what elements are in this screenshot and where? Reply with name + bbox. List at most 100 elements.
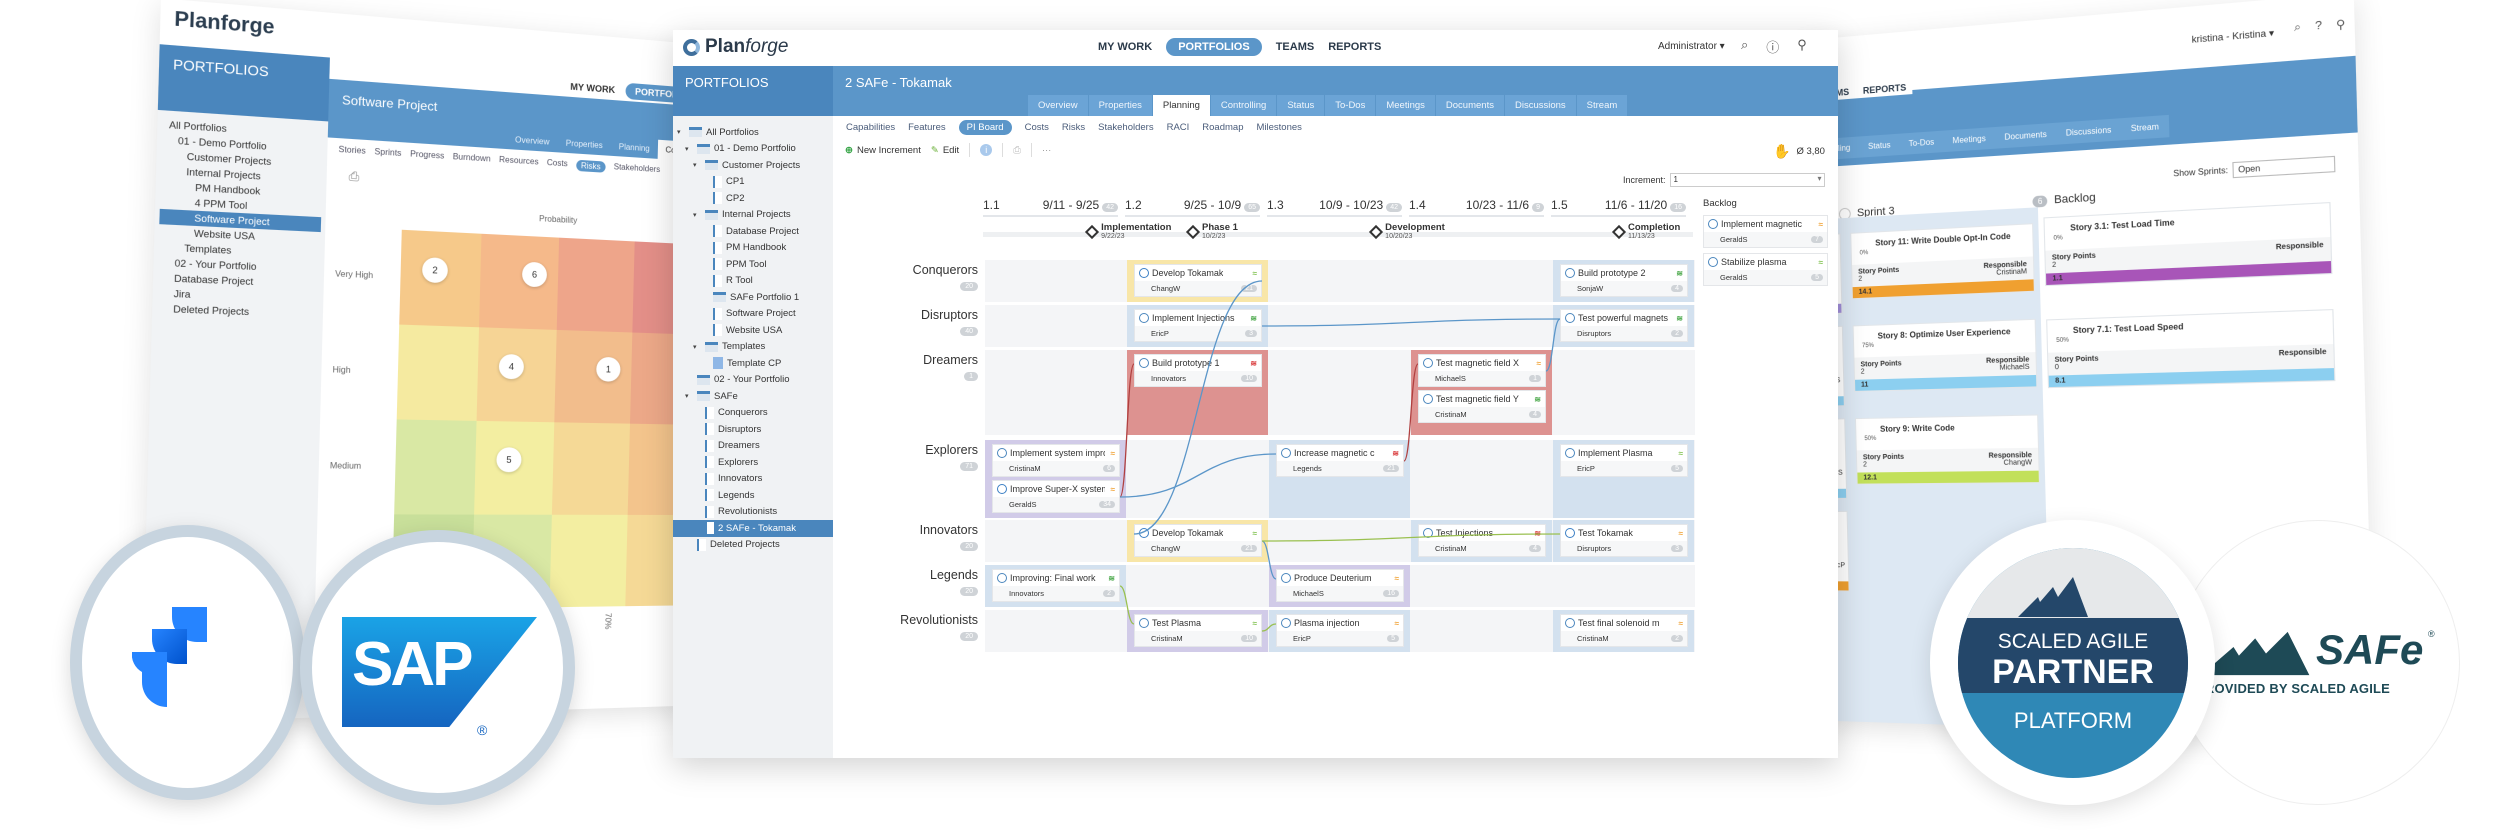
new-increment-button[interactable]: ⊕ New Increment	[845, 145, 921, 156]
subtab-resources[interactable]: Resources	[499, 155, 539, 169]
feature-card[interactable]: Improve Super-X system ≈ GeraldS 34	[992, 480, 1120, 513]
subtab-stories[interactable]: Stories	[338, 145, 366, 158]
nav-reports[interactable]: REPORTS	[1863, 82, 1907, 95]
print-icon[interactable]: ⎙	[349, 169, 360, 186]
show-sprints-select[interactable]: Open	[2232, 155, 2336, 179]
tree-item[interactable]: Database Project	[673, 223, 833, 240]
tools-icon[interactable]: ⚲	[1797, 37, 1807, 56]
iteration-header[interactable]: 1.5 11/6 - 11/20 16	[1551, 198, 1686, 217]
tab-properties[interactable]: Properties	[1088, 95, 1152, 116]
iteration-header[interactable]: 1.1 9/11 - 9/25 42	[983, 198, 1118, 217]
story-card[interactable]: Story 9: Write Code 50% Story Points 2 Respo…	[1854, 414, 2040, 485]
milestone[interactable]: Implementation 9/22/23	[1085, 223, 1171, 240]
story-card[interactable]: Story 11: Write Double Opt-In Code 0% Stor…	[1850, 223, 2035, 300]
tree-item[interactable]: CP1	[673, 174, 833, 191]
feature-card[interactable]: Stabilize plasma ≈ GeraldS 5	[1703, 253, 1828, 286]
expand-arrow-icon[interactable]: ▾	[685, 392, 693, 400]
tree-item[interactable]: Template CP	[673, 355, 833, 372]
tab-documents[interactable]: Documents	[1435, 95, 1504, 116]
subtab-costs[interactable]: Costs	[547, 158, 568, 171]
subtab-risks[interactable]: Risks	[1062, 122, 1085, 133]
subtab-milestones[interactable]: Milestones	[1256, 122, 1301, 133]
iteration-header[interactable]: 1.2 9/25 - 10/9 65	[1125, 198, 1260, 217]
story-card[interactable]: Story 7.1: Test Load Speed 50% Story Point…	[2046, 309, 2336, 389]
feature-card[interactable]: Plasma injection ≈ EricP 5	[1276, 614, 1404, 647]
search-icon[interactable]: ⌕	[2294, 21, 2301, 36]
team-label[interactable]: Dreamers 1	[828, 353, 978, 381]
tree-item[interactable]: Disruptors	[673, 421, 833, 438]
tree-item[interactable]: ▾ 01 - Demo Portfolio	[673, 141, 833, 158]
feature-card[interactable]: Test magnetic field Y ≋ CristinaM 4	[1418, 390, 1546, 423]
iteration-header[interactable]: 1.3 10/9 - 10/23 42	[1267, 198, 1402, 217]
feature-card[interactable]: Implement system improvements ≈ CristinaM 6	[992, 444, 1120, 477]
feature-card[interactable]: Test magnetic field X ≈ MichaelS 1	[1418, 354, 1546, 387]
tree-item[interactable]: ▾ Templates	[673, 339, 833, 356]
tools-icon[interactable]: ⚲	[2336, 17, 2346, 32]
tree-item[interactable]: Website USA	[673, 322, 833, 339]
tree-item[interactable]: Software Project	[673, 306, 833, 323]
feature-card[interactable]: Develop Tokamak ≈ ChangW 21	[1134, 264, 1262, 297]
tree-item[interactable]: 2 SAFe - Tokamak	[673, 520, 833, 537]
tree-item[interactable]: PPM Tool	[673, 256, 833, 273]
expand-arrow-icon[interactable]: ▾	[693, 161, 701, 169]
tab-discussions[interactable]: Discussions	[2055, 118, 2122, 145]
expand-arrow-icon[interactable]: ▾	[693, 211, 701, 219]
nav-reports[interactable]: REPORTS	[1328, 41, 1381, 53]
tab-meetings[interactable]: Meetings	[1376, 95, 1435, 116]
nav-portfolios[interactable]: PORTFOLIOS	[1166, 38, 1262, 56]
story-card[interactable]: Story 8: Optimize User Experience 75% Stor…	[1852, 318, 2038, 392]
team-label[interactable]: Conquerors 20	[828, 263, 978, 291]
tree-item[interactable]: ▾ Customer Projects	[673, 157, 833, 174]
subtab-burndown[interactable]: Burndown	[453, 152, 491, 166]
tab-to-dos[interactable]: To-Dos	[1899, 130, 1944, 155]
subtab-pi-board[interactable]: PI Board	[958, 120, 1012, 135]
tree-item[interactable]: Dreamers	[673, 438, 833, 455]
story-card[interactable]: Story 3.1: Test Load Time 0% Story Points 2…	[2043, 201, 2333, 287]
feature-card[interactable]: Build prototype 2 ≋ SonjaW 4	[1560, 264, 1688, 297]
team-label[interactable]: Disruptors 40	[828, 308, 978, 336]
feature-card[interactable]: Produce Deuterium ≈ MichaelS 16	[1276, 569, 1404, 602]
info-icon[interactable]: i	[980, 144, 993, 156]
feature-card[interactable]: Implement Plasma ≈ EricP 5	[1560, 444, 1688, 477]
milestone[interactable]: Phase 1 10/2/23	[1185, 223, 1238, 240]
tree-item[interactable]: CP2	[673, 190, 833, 207]
team-label[interactable]: Innovators 20	[828, 523, 978, 551]
tree-item[interactable]: Legends	[673, 487, 833, 504]
tree-item[interactable]: PM Handbook	[673, 240, 833, 257]
subtab-costs[interactable]: Costs	[1025, 122, 1049, 133]
team-label[interactable]: Legends 20	[828, 568, 978, 596]
user-menu[interactable]: Administrator ▾	[1658, 41, 1725, 52]
nav-my-work[interactable]: MY WORK	[1098, 41, 1152, 53]
tree-item[interactable]: Revolutionists	[673, 504, 833, 521]
feature-card[interactable]: Implement Injections ≋ EricP 3	[1134, 309, 1262, 342]
more-button[interactable]: ···	[1042, 145, 1052, 156]
nav-teams[interactable]: TEAMS	[1276, 41, 1315, 53]
subtab-raci[interactable]: RACI	[1167, 122, 1190, 133]
tab-controlling[interactable]: Controlling	[1210, 95, 1277, 116]
tab-stream[interactable]: Stream	[2120, 114, 2170, 141]
increment-select[interactable]: 1	[1669, 173, 1825, 187]
subtab-capabilities[interactable]: Capabilities	[846, 122, 895, 133]
subtab-progress[interactable]: Progress	[410, 149, 444, 163]
tab-status[interactable]: Status	[1277, 95, 1325, 116]
expand-arrow-icon[interactable]: ▾	[693, 343, 701, 351]
tab-status[interactable]: Status	[1858, 133, 1900, 158]
tab-to-dos[interactable]: To-Dos	[1325, 95, 1376, 116]
edit-button[interactable]: ✎ Edit	[931, 145, 959, 156]
feature-card[interactable]: Increase magnetic c ≋ Legends 21	[1276, 444, 1404, 477]
help-icon[interactable]: ⓘ	[1766, 37, 1779, 56]
expand-arrow-icon[interactable]: ▾	[685, 145, 693, 153]
tab-planning[interactable]: Planning	[611, 136, 658, 158]
feature-card[interactable]: Improving: Final work ≋ Innovators 2	[992, 569, 1120, 602]
feature-card[interactable]: Test final solenoid m ≈ CristinaM 2	[1560, 614, 1688, 647]
team-label[interactable]: Revolutionists 20	[828, 613, 978, 641]
feature-card[interactable]: Develop Tokamak ≈ ChangW 21	[1134, 524, 1262, 557]
feature-card[interactable]: Build prototype 1 ≋ Innovators 10	[1134, 354, 1262, 387]
tab-discussions[interactable]: Discussions	[1504, 95, 1576, 116]
feature-card[interactable]: Test Injections ≋ CristinaM 4	[1418, 524, 1546, 557]
tree-item[interactable]: ▾ SAFe	[673, 388, 833, 405]
tree-item[interactable]: ▾ Internal Projects	[673, 207, 833, 224]
tree-item[interactable]: SAFe Portfolio 1	[673, 289, 833, 306]
tree-item[interactable]: Deleted Projects	[673, 537, 833, 554]
tree-item[interactable]: 02 - Your Portfolio	[673, 372, 833, 389]
